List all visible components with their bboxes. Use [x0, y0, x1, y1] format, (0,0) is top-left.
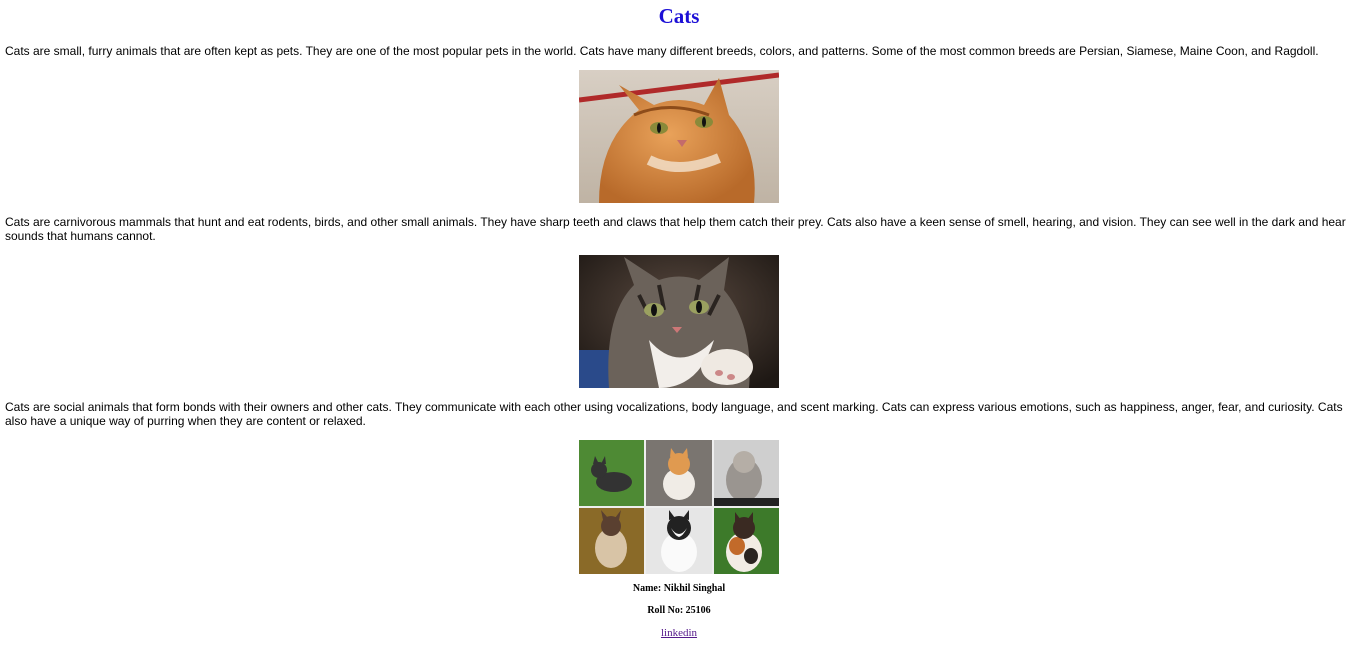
linkedin-link[interactable]: linkedin — [661, 627, 697, 639]
tabby-cat-image — [579, 255, 779, 388]
linkedin-link-wrapper: linkedin — [0, 627, 1358, 639]
hunting-paragraph: Cats are carnivorous mammals that hunt a… — [5, 215, 1346, 243]
cat-breeds-collage-image — [579, 440, 779, 574]
social-paragraph: Cats are social animals that form bonds … — [5, 400, 1343, 428]
author-name: Name: Nikhil Singhal — [632, 583, 726, 594]
orange-cat-image — [579, 70, 779, 203]
intro-paragraph: Cats are small, furry animals that are o… — [5, 44, 1319, 58]
page-title: Cats — [658, 4, 700, 28]
roll-number: Roll No: 25106 — [647, 605, 711, 616]
